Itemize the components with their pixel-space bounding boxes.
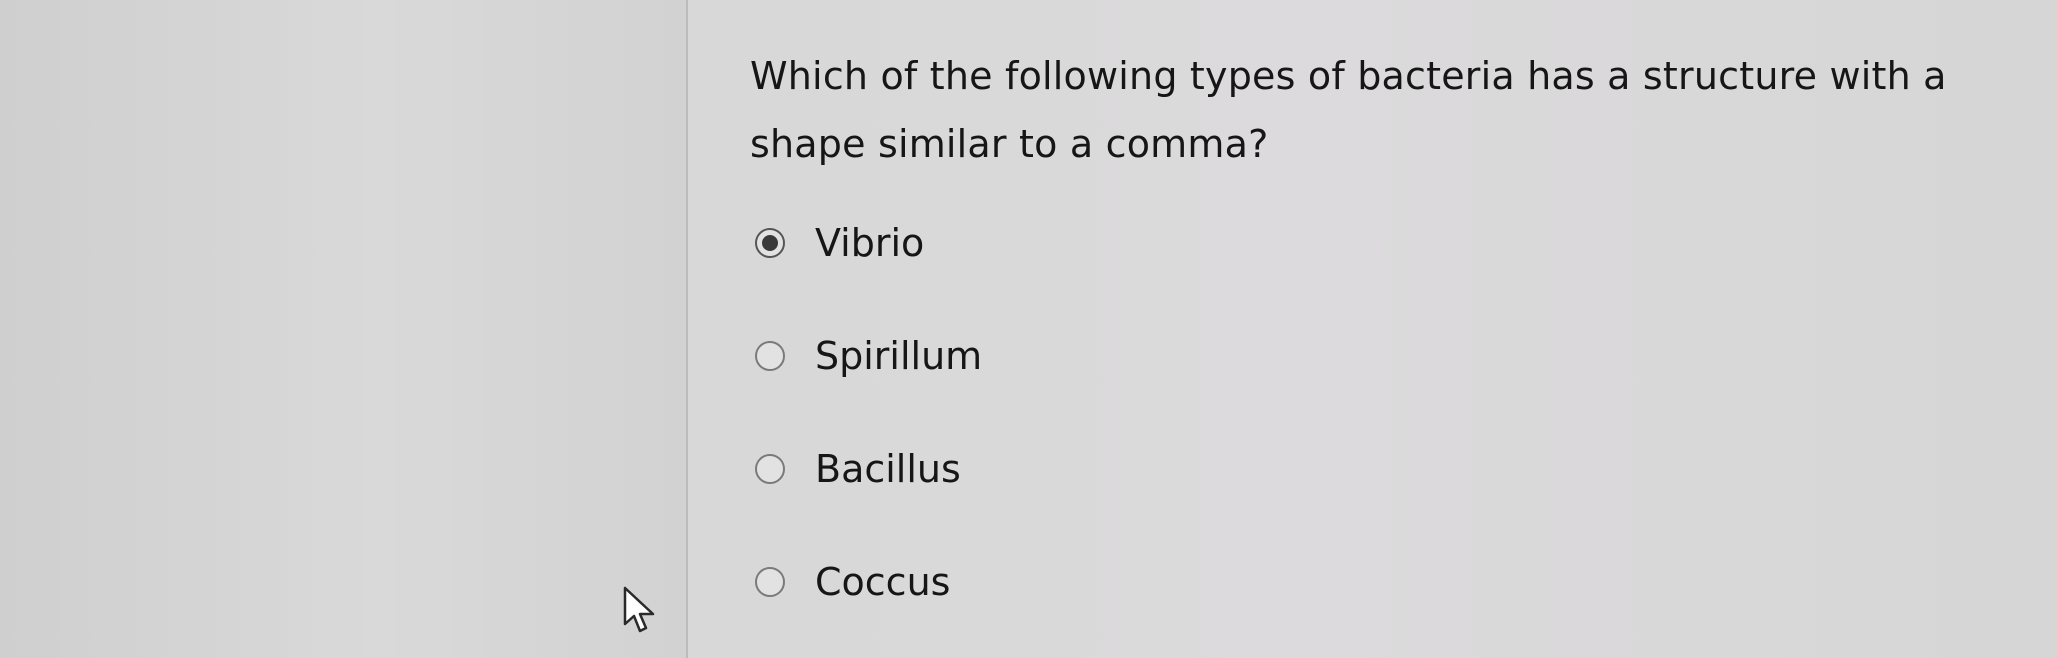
option-coccus[interactable]: Coccus (755, 557, 982, 607)
option-label: Vibrio (815, 221, 925, 265)
mouse-pointer-icon (623, 586, 655, 633)
option-label: Bacillus (815, 447, 961, 491)
radio-button[interactable] (755, 341, 785, 371)
option-bacillus[interactable]: Bacillus (755, 444, 982, 494)
radio-button[interactable] (755, 567, 785, 597)
option-spirillum[interactable]: Spirillum (755, 331, 982, 381)
question-text: Which of the following types of bacteria… (750, 54, 1947, 166)
radio-button-selected[interactable] (755, 228, 785, 258)
radio-button[interactable] (755, 454, 785, 484)
option-label: Spirillum (815, 334, 983, 378)
answer-options: Vibrio Spirillum Bacillus Coccus (755, 218, 982, 607)
left-panel (0, 0, 686, 658)
option-vibrio[interactable]: Vibrio (755, 218, 982, 268)
radio-selected-dot (762, 235, 778, 251)
option-label: Coccus (815, 560, 951, 604)
